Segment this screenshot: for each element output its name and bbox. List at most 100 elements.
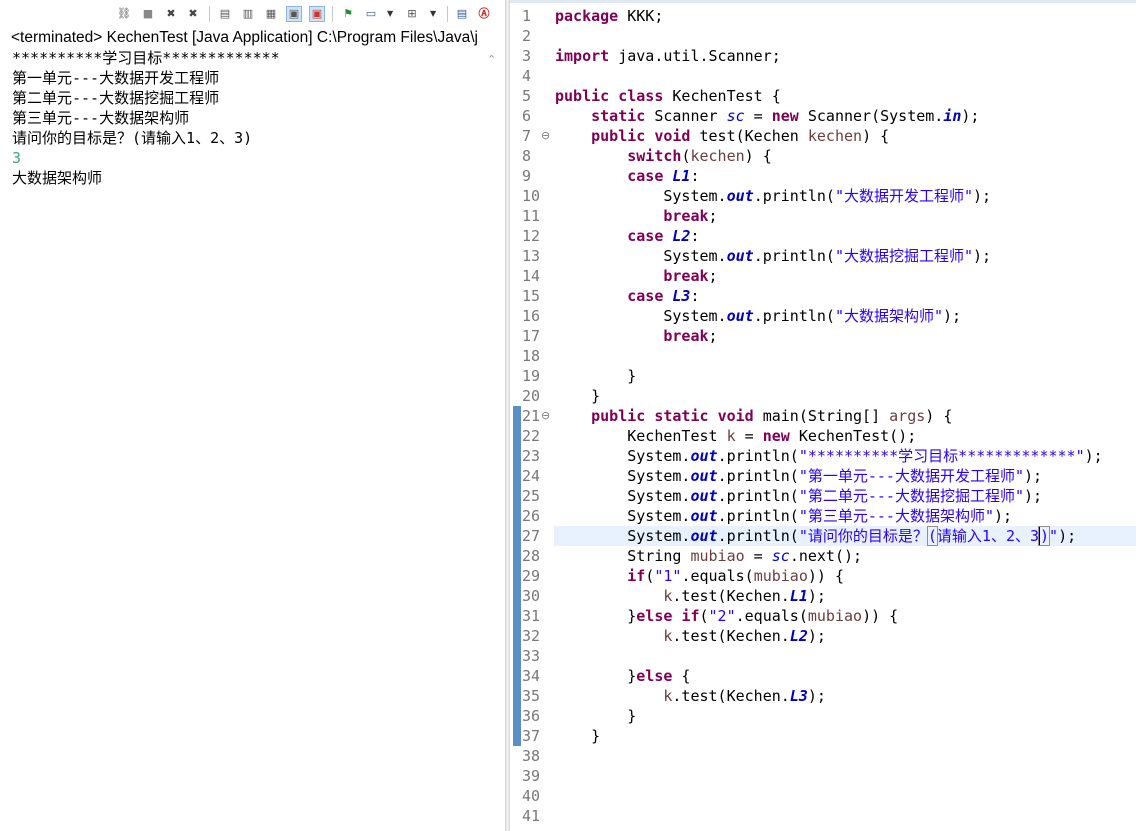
word-wrap-icon[interactable]: ▦ <box>264 7 278 21</box>
code-token: out <box>726 307 754 325</box>
open-console-icon[interactable]: ⊞ <box>405 7 419 21</box>
code-line[interactable]: 35 k.test(Kechen.L3); <box>510 686 1136 706</box>
code-line[interactable]: 4 <box>510 66 1136 86</box>
code-line[interactable]: 13 System.out.println("大数据挖掘工程师"); <box>510 246 1136 266</box>
code-line[interactable]: 15 case L3: <box>510 286 1136 306</box>
code-line[interactable]: 30 k.test(Kechen.L1); <box>510 586 1136 606</box>
code-line[interactable]: 21 ⊖ public static void main(String[] arg… <box>510 406 1136 426</box>
terminate-icon[interactable]: ■ <box>141 7 155 21</box>
code-line[interactable]: 11 break; <box>510 206 1136 226</box>
code-line[interactable]: 31 }else if("2".equals(mubiao)) { <box>510 606 1136 626</box>
code-token: )) { <box>807 567 844 585</box>
code-line[interactable]: 37 } <box>510 726 1136 746</box>
fold-toggle-icon[interactable]: ⊖ <box>541 126 550 146</box>
console-output-line: 大数据架构师 <box>12 169 103 187</box>
code-line[interactable]: 32 k.test(Kechen.L2); <box>510 626 1136 646</box>
code-area[interactable]: 1 package KKK; 2 3 import java.util.Scanner;… <box>510 6 1136 826</box>
code-line[interactable]: 41 <box>510 806 1136 826</box>
code-line[interactable]: 8 switch(kechen) { <box>510 146 1136 166</box>
code-text: public class KechenTest { <box>555 86 781 106</box>
code-line[interactable]: 28 String mubiao = sc.next(); <box>510 546 1136 566</box>
toolbar-separator <box>332 6 333 22</box>
code-token: L1 <box>789 587 808 605</box>
console-toolbar: ⛓ ■ ✖ ✖ ▤ ▥ ▦ ▣ ▣ ⚑ ▭ ▼ ⊞ ▼ ▤ Ⓐ <box>0 0 505 28</box>
code-line[interactable]: 22 KechenTest k = new KechenTest(); <box>510 426 1136 446</box>
code-token: "1" <box>654 567 682 585</box>
code-token: static <box>654 407 709 425</box>
remove-launch-icon[interactable]: ✖ <box>164 7 178 21</box>
display-selected-console-icon[interactable]: ▭ <box>364 7 378 21</box>
code-token: .println( <box>717 507 799 525</box>
code-text: System.out.println("大数据架构师"); <box>555 306 961 326</box>
code-token: "**********学习目标*************" <box>798 447 1085 465</box>
code-line[interactable]: 33 <box>510 646 1136 666</box>
code-line[interactable]: 29 if("1".equals(mubiao)) { <box>510 566 1136 586</box>
code-text: package KKK; <box>555 6 663 26</box>
java-editor[interactable]: 1 package KKK; 2 3 import java.util.Scanner;… <box>510 0 1136 831</box>
code-line[interactable]: 1 package KKK; <box>510 6 1136 26</box>
console-scrollbar[interactable]: ⌃ <box>482 49 501 831</box>
code-line[interactable]: 26 System.out.println("第三单元---大数据架构师"); <box>510 506 1136 526</box>
code-token: System. <box>555 527 691 545</box>
code-line[interactable]: 7 ⊖ public void test(Kechen kechen) { <box>510 126 1136 146</box>
scroll-lock-icon[interactable]: ▥ <box>241 7 255 21</box>
code-line[interactable]: 17 break; <box>510 326 1136 346</box>
code-line[interactable]: 6 static Scanner sc = new Scanner(System… <box>510 106 1136 126</box>
console-output[interactable]: **********学习目标************* 第一单元---大数据开发工… <box>12 48 482 188</box>
code-token: System. <box>555 247 727 265</box>
code-line[interactable]: 19 } <box>510 366 1136 386</box>
line-number: 14 <box>522 267 541 285</box>
code-token: ( <box>699 607 709 625</box>
code-line[interactable]: 10 System.out.println("大数据开发工程师"); <box>510 186 1136 206</box>
code-token: ); <box>961 107 980 125</box>
code-line[interactable]: 16 System.out.println("大数据架构师"); <box>510 306 1136 326</box>
code-line[interactable]: 3 import java.util.Scanner; <box>510 46 1136 66</box>
code-line[interactable]: 2 <box>510 26 1136 46</box>
clear-console-icon[interactable]: ▤ <box>218 7 232 21</box>
code-line[interactable]: 38 <box>510 746 1136 766</box>
code-token: ; <box>708 267 718 285</box>
code-line[interactable]: 18 <box>510 346 1136 366</box>
pin-console-icon[interactable]: ⛓ <box>117 7 131 21</box>
code-line[interactable]: 14 break; <box>510 266 1136 286</box>
console-list-icon[interactable]: ▤ <box>455 7 469 21</box>
line-number: 16 <box>522 307 541 325</box>
error-log-icon[interactable]: Ⓐ <box>477 7 491 21</box>
line-number: 28 <box>522 547 541 565</box>
chevron-down-icon[interactable]: ▼ <box>387 8 395 20</box>
code-line[interactable]: 12 case L2: <box>510 226 1136 246</box>
pin-icon[interactable]: ⚑ <box>341 7 355 21</box>
code-token: L2 <box>789 627 808 645</box>
code-token: kechen <box>807 127 863 145</box>
code-token: "第一单元---大数据开发工程师" <box>798 467 1024 485</box>
show-on-stderr-icon[interactable]: ▣ <box>309 6 325 22</box>
code-text: public static void main(String[] args) { <box>555 406 952 426</box>
console-output-line: 第三单元---大数据架构师 <box>12 109 190 127</box>
show-on-stdout-icon[interactable]: ▣ <box>286 6 302 22</box>
code-line[interactable]: 9 case L1: <box>510 166 1136 186</box>
console-view[interactable]: ⛓ ■ ✖ ✖ ▤ ▥ ▦ ▣ ▣ ⚑ ▭ ▼ ⊞ ▼ ▤ Ⓐ <termina… <box>0 0 505 831</box>
code-line[interactable]: 27 System.out.println("请问你的目标是？(请输入1、2、3… <box>510 526 1136 546</box>
code-token: else <box>636 667 673 685</box>
line-number: 22 <box>522 427 541 445</box>
chevron-up-icon[interactable]: ⌃ <box>487 53 496 66</box>
fold-toggle-icon[interactable]: ⊖ <box>541 406 550 426</box>
code-token: .test(Kechen. <box>672 687 790 705</box>
code-token: java.util.Scanner; <box>609 47 781 65</box>
code-line[interactable]: 25 System.out.println("第二单元---大数据挖掘工程师")… <box>510 486 1136 506</box>
code-line[interactable]: 34 }else { <box>510 666 1136 686</box>
code-line[interactable]: 40 <box>510 786 1136 806</box>
code-line[interactable]: 5 public class KechenTest { <box>510 86 1136 106</box>
code-token: .equals( <box>681 567 754 585</box>
code-line[interactable]: 24 System.out.println("第一单元---大数据开发工程师")… <box>510 466 1136 486</box>
code-token: mubiao <box>753 567 808 585</box>
code-line[interactable]: 39 <box>510 766 1136 786</box>
remove-all-terminated-icon[interactable]: ✖ <box>186 7 200 21</box>
code-line[interactable]: 36 } <box>510 706 1136 726</box>
code-token: ); <box>994 507 1013 525</box>
code-line[interactable]: 20 } <box>510 386 1136 406</box>
code-line[interactable]: 23 System.out.println("**********学习目标***… <box>510 446 1136 466</box>
chevron-down-icon[interactable]: ▼ <box>430 8 438 20</box>
